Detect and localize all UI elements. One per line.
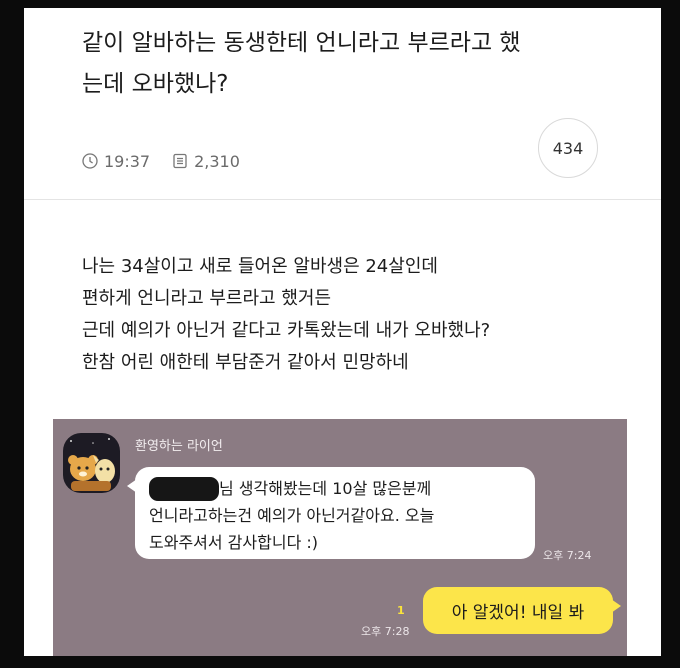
clock-icon bbox=[82, 153, 98, 169]
document-list-icon bbox=[172, 153, 188, 169]
post-title: 같이 알바하는 동생한테 언니라고 부르라고 했 는데 오바했나? bbox=[82, 23, 622, 105]
post-body-line: 나는 34살이고 새로 들어온 알바생은 24살인데 bbox=[82, 256, 438, 277]
post-title-line: 는데 오바했나? bbox=[82, 71, 229, 97]
avatar bbox=[63, 433, 120, 493]
post-screenshot: 같이 알바하는 동생한테 언니라고 부르라고 했 는데 오바했나? 19:37 … bbox=[24, 8, 661, 656]
unread-count: 1 bbox=[397, 604, 405, 617]
post-views: 2,310 bbox=[194, 151, 240, 171]
incoming-message-text: 님 생각해봤는데 10살 많은분께 언니라고하는건 예의가 아닌거같아요. 오늘… bbox=[149, 475, 529, 556]
outgoing-message-time: 오후 7:28 bbox=[361, 625, 410, 638]
post-body-line: 편하게 언니라고 부르라고 했거든 bbox=[82, 288, 332, 309]
post-title-line: 같이 알바하는 동생한테 언니라고 부르라고 했 bbox=[82, 30, 521, 56]
outgoing-message-text: 아 알겠어! 내일 봐 bbox=[451, 603, 585, 623]
incoming-message-bubble[interactable]: 님 생각해봤는데 10살 많은분께 언니라고하는건 예의가 아닌거같아요. 오늘… bbox=[127, 467, 535, 559]
outgoing-message-bubble[interactable]: 아 알겠어! 내일 봐 bbox=[423, 587, 621, 634]
comment-count-button[interactable]: 434 bbox=[538, 118, 598, 178]
post-body: 나는 34살이고 새로 들어온 알바생은 24살인데 편하게 언니라고 부르라고… bbox=[82, 251, 642, 379]
comment-count: 434 bbox=[552, 138, 584, 158]
incoming-message-line: 언니라고하는건 예의가 아닌거같아요. 오늘 bbox=[149, 506, 435, 525]
post-body-line: 한참 어린 애한테 부담준거 같아서 민망하네 bbox=[82, 352, 409, 373]
post-time: 19:37 bbox=[104, 151, 151, 171]
divider bbox=[24, 199, 661, 200]
post-body-line: 근데 예의가 아닌거 같다고 카톡왔는데 내가 오바했나? bbox=[82, 320, 491, 341]
sender-name: 환영하는 라이언 bbox=[135, 439, 223, 454]
incoming-message-line: 님 생각해봤는데 10살 많은분께 bbox=[219, 479, 432, 498]
chat-screenshot: 환영하는 라이언 님 생각해봤는데 10살 많은분께 언니라고하는건 예의가 아… bbox=[53, 419, 627, 656]
post-meta: 19:37 2,310 bbox=[82, 150, 240, 172]
incoming-message-line: 도와주셔서 감사합니다 :) bbox=[149, 533, 319, 552]
incoming-message-time: 오후 7:24 bbox=[543, 549, 592, 562]
